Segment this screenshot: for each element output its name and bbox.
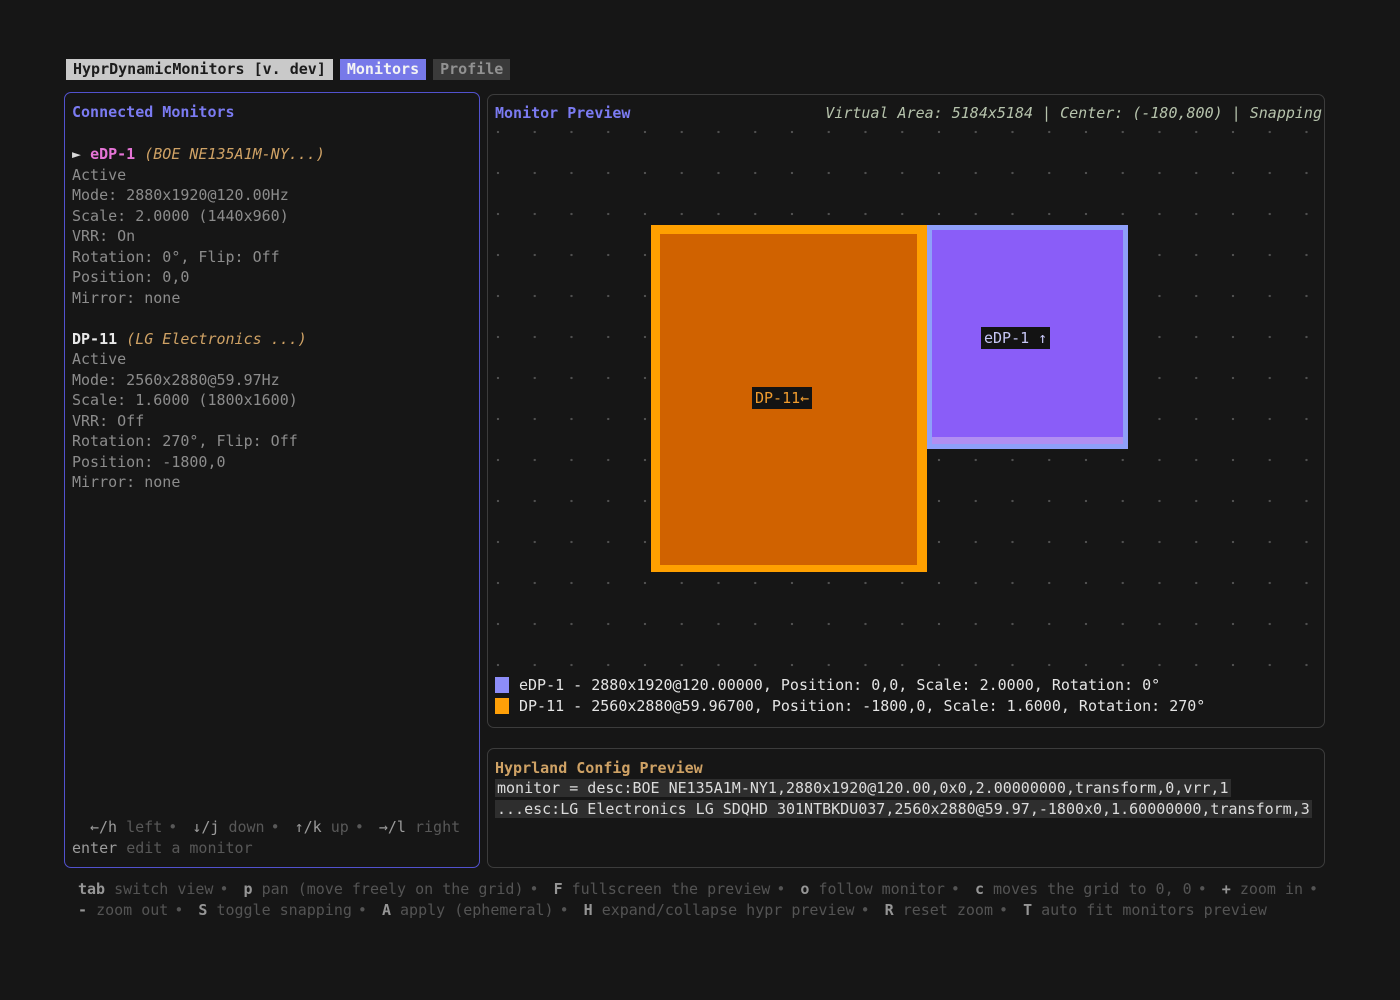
legend-row-dp11: DP-11 - 2560x2880@59.96700, Position: -1… xyxy=(495,696,1205,717)
tab-monitors[interactable]: Monitors xyxy=(340,59,426,80)
help-key: F xyxy=(554,880,563,898)
hint-key-enter: enter xyxy=(72,839,117,857)
help-separator: • xyxy=(1309,880,1318,898)
dp11-rect-label: DP-11← xyxy=(752,387,812,409)
connected-monitors-title: Connected Monitors xyxy=(72,102,235,123)
legend-row-edp1: eDP-1 - 2880x1920@120.00000, Position: 0… xyxy=(495,675,1160,696)
edp1-rect-label: eDP-1 ↑ xyxy=(981,327,1050,349)
monitor-rotation: Rotation: 0°, Flip: Off xyxy=(72,247,475,268)
edp1-bottom-strip xyxy=(932,437,1123,444)
monitor-vrr: VRR: On xyxy=(72,226,475,247)
help-separator: • xyxy=(999,901,1008,919)
help-desc: fullscreen the preview xyxy=(572,880,771,898)
help-key: c xyxy=(975,880,984,898)
monitor-scale: Scale: 1.6000 (1800x1600) xyxy=(72,390,475,411)
help-desc: moves the grid to 0, 0 xyxy=(993,880,1192,898)
legend-swatch-dp11 xyxy=(495,698,509,714)
monitor-description: (BOE NE135A1M-NY...) xyxy=(144,145,325,163)
app-title: HyprDynamicMonitors [v. dev] xyxy=(66,59,333,80)
help-bar-row1: tab switch view • p pan (move freely on t… xyxy=(78,879,1368,900)
help-key: + xyxy=(1222,880,1231,898)
app-window: HyprDynamicMonitors [v. dev] Monitors Pr… xyxy=(0,0,1400,1000)
config-monitor-line-2: ...esc:LG Electronics LG SDQHD 301NTBKDU… xyxy=(495,799,1312,820)
hint-desc: down xyxy=(228,818,264,836)
hint-separator: • xyxy=(355,818,364,836)
legend-text-edp1: eDP-1 - 2880x1920@120.00000, Position: 0… xyxy=(519,675,1160,696)
config-monitor-line-1: monitor = desc:BOE NE135A1M-NY1,2880x192… xyxy=(495,778,1231,799)
help-key: p xyxy=(244,880,253,898)
hint-key-left: ←/h xyxy=(90,818,117,836)
hint-desc: left xyxy=(126,818,162,836)
monitor-description: (LG Electronics ...) xyxy=(126,330,307,348)
tab-bar: HyprDynamicMonitors [v. dev] Monitors Pr… xyxy=(66,59,510,80)
monitor-scale: Scale: 2.0000 (1440x960) xyxy=(72,206,475,227)
hint-key-down: ↓/j xyxy=(192,818,219,836)
help-separator: • xyxy=(358,901,367,919)
hyprland-config-panel: Hyprland Config Preview monitor = desc:B… xyxy=(487,748,1325,868)
help-key: H xyxy=(584,901,593,919)
legend-text-dp11: DP-11 - 2560x2880@59.96700, Position: -1… xyxy=(519,696,1205,717)
monitor-entry-dp11[interactable]: DP-11 (LG Electronics ...) Active Mode: … xyxy=(72,329,475,493)
hint-separator: • xyxy=(271,818,280,836)
help-key: A xyxy=(382,901,391,919)
config-panel-title: Hyprland Config Preview xyxy=(495,758,703,779)
help-separator: • xyxy=(951,880,960,898)
help-separator: • xyxy=(219,880,228,898)
monitor-name: eDP-1 xyxy=(90,145,135,163)
help-desc: toggle snapping xyxy=(216,901,351,919)
help-desc: follow monitor xyxy=(818,880,944,898)
hint-desc: right xyxy=(415,818,460,836)
monitor-rotation: Rotation: 270°, Flip: Off xyxy=(72,431,475,452)
hint-key-right: →/l xyxy=(379,818,406,836)
monitor-position: Position: 0,0 xyxy=(72,267,475,288)
monitor-mirror: Mirror: none xyxy=(72,288,475,309)
selection-arrow-icon: ► xyxy=(72,145,81,163)
monitor-status: Active xyxy=(72,349,475,370)
help-key: S xyxy=(198,901,207,919)
monitor-list: ► eDP-1 (BOE NE135A1M-NY...) Active Mode… xyxy=(72,144,475,493)
help-bar-row2: - zoom out • S toggle snapping • A apply (… xyxy=(78,900,1368,921)
help-key: tab xyxy=(78,880,105,898)
connected-monitors-panel: Connected Monitors ► eDP-1 (BOE NE135A1M… xyxy=(64,92,480,868)
help-key: T xyxy=(1023,901,1032,919)
monitor-mirror: Mirror: none xyxy=(72,472,475,493)
help-separator: • xyxy=(861,901,870,919)
help-separator: • xyxy=(530,880,539,898)
help-desc: pan (move freely on the grid) xyxy=(262,880,524,898)
navigation-hints: ←/h left • ↓/j down • ↑/k up • →/l right en… xyxy=(72,817,475,858)
help-separator: • xyxy=(560,901,569,919)
hint-desc: edit a monitor xyxy=(126,839,252,857)
help-desc: auto fit monitors preview xyxy=(1041,901,1267,919)
monitor-vrr: VRR: Off xyxy=(72,411,475,432)
help-desc: switch view xyxy=(114,880,213,898)
help-separator: • xyxy=(174,901,183,919)
help-desc: reset zoom xyxy=(903,901,993,919)
hint-key-up: ↑/k xyxy=(295,818,322,836)
monitor-entry-edp1[interactable]: ► eDP-1 (BOE NE135A1M-NY...) Active Mode… xyxy=(72,144,475,308)
help-separator: • xyxy=(776,880,785,898)
monitor-status: Active xyxy=(72,165,475,186)
help-key: o xyxy=(800,880,809,898)
help-key: R xyxy=(885,901,894,919)
help-desc: apply (ephemeral) xyxy=(400,901,554,919)
monitor-preview-title: Monitor Preview xyxy=(495,103,630,124)
preview-status-info: Virtual Area: 5184x5184 | Center: (-180,… xyxy=(825,103,1322,124)
help-desc: zoom in xyxy=(1240,880,1303,898)
monitor-preview-panel: Monitor Preview Virtual Area: 5184x5184 … xyxy=(487,94,1325,728)
hint-separator: • xyxy=(168,818,177,836)
monitor-position: Position: -1800,0 xyxy=(72,452,475,473)
monitor-mode: Mode: 2880x1920@120.00Hz xyxy=(72,185,475,206)
help-separator: • xyxy=(1198,880,1207,898)
help-desc: zoom out xyxy=(96,901,168,919)
help-key: - xyxy=(78,901,87,919)
help-desc: expand/collapse hypr preview xyxy=(602,901,855,919)
monitor-mode: Mode: 2560x2880@59.97Hz xyxy=(72,370,475,391)
legend-swatch-edp1 xyxy=(495,677,509,693)
tab-profile[interactable]: Profile xyxy=(433,59,510,80)
hint-desc: up xyxy=(331,818,349,836)
monitor-name: DP-11 xyxy=(72,330,117,348)
